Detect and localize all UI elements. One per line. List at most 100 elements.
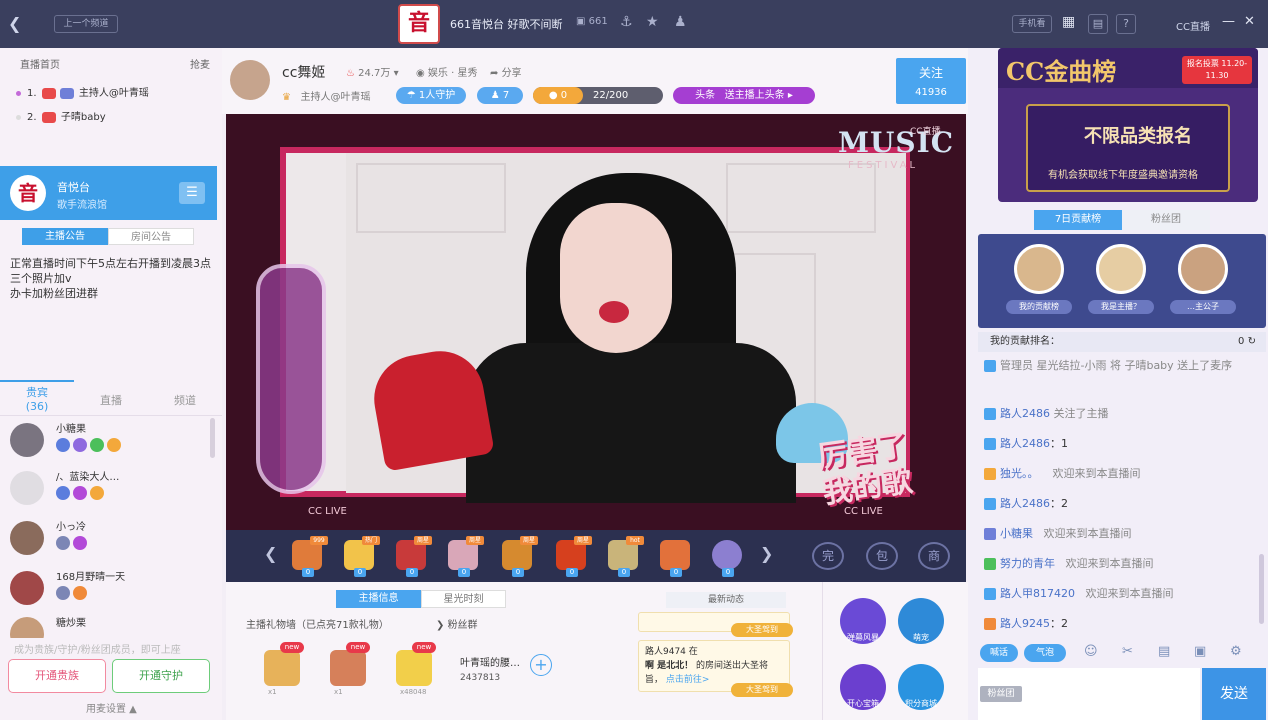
follow-count: 41936	[915, 87, 947, 98]
settings-icon[interactable]: ⚙	[1230, 644, 1242, 659]
open-noble-button[interactable]: 开通贵族	[8, 659, 106, 693]
chat-nick[interactable]: 努力的青年	[1000, 557, 1055, 570]
headline-button[interactable]: 头条 送主播上头条 ▸	[673, 87, 815, 104]
gift-item[interactable]: 周星 0	[552, 536, 592, 577]
tab-live[interactable]: 直播	[74, 392, 148, 408]
chat-nick[interactable]: 路人2486	[1000, 497, 1050, 510]
chat-text: 欢迎来到本直播间	[1065, 557, 1154, 570]
points-mall-button[interactable]: 积分商城	[898, 664, 944, 710]
audience-row[interactable]: 糖炒栗	[10, 614, 210, 638]
banner-title: CC金曲榜	[1006, 57, 1117, 86]
audience-row[interactable]: 小っ冷	[10, 518, 210, 566]
treasure-box-button[interactable]: 开心宝箱	[840, 664, 886, 710]
bubble-button[interactable]: 气泡	[1024, 644, 1066, 662]
chevron-right-icon[interactable]: ❯	[760, 544, 773, 563]
add-icon[interactable]: +	[530, 654, 552, 676]
wall-gift[interactable]: new x1	[262, 642, 304, 698]
shop-icon[interactable]: 商	[918, 542, 950, 570]
scissors-icon[interactable]: ✂	[1122, 644, 1133, 659]
follow-button[interactable]: 关注 41936	[896, 58, 966, 104]
scrollbar[interactable]	[1259, 554, 1264, 624]
fans-button[interactable]: ♟ 7	[477, 87, 523, 104]
bag-icon[interactable]: 包	[866, 542, 898, 570]
task-progress[interactable]: ● 0 22/200	[533, 87, 663, 104]
fans-group-link[interactable]: ❯ 粉丝群	[436, 616, 478, 631]
users-icon[interactable]: ♟	[674, 14, 687, 30]
video-player[interactable]: MUSIC FESTIVAL CC直播 CC LIVE CC LIVE 厉害了 …	[226, 114, 966, 530]
anchor-avatar[interactable]	[230, 60, 270, 100]
chat-nick[interactable]: 路人2486	[1000, 407, 1050, 420]
avatar[interactable]	[1014, 244, 1064, 294]
fansclub-badge[interactable]: 粉丝团	[980, 686, 1022, 702]
chat-text: ：2	[1050, 497, 1068, 510]
tab-anchor-notice[interactable]: 主播公告	[22, 228, 108, 245]
gift-item[interactable]: 周星 0	[498, 536, 538, 577]
gift-item[interactable]: 0	[656, 536, 694, 577]
audience-row[interactable]: 168月野晴一天	[10, 568, 210, 616]
channel-card[interactable]: 音 音悦台 歌手流浪馆 ☰	[0, 166, 217, 220]
audience-row[interactable]: /、蓝染大人…	[10, 468, 210, 516]
rank-row[interactable]: 2. 子晴baby	[16, 108, 106, 123]
prev-channel-button[interactable]: 上一个频道	[54, 15, 118, 33]
send-button[interactable]: 发送	[1202, 668, 1266, 720]
close-icon[interactable]: ✕	[1244, 14, 1255, 29]
open-guard-button[interactable]: 开通守护	[112, 659, 210, 693]
mic-setting-button[interactable]: 用麦设置 ▲	[86, 700, 137, 715]
gift-tag: 热门	[362, 536, 380, 545]
chat-nick[interactable]: 独光。。	[1000, 467, 1039, 480]
festival-text: FESTIVAL	[848, 160, 919, 171]
wall-gift[interactable]: new x48048	[394, 642, 436, 698]
chat-nick[interactable]: 小糖果	[1000, 527, 1033, 540]
event-banner[interactable]: CC金曲榜 报名投票 11.20-11.30 不限品类报名 有机会获取线下年度盛…	[998, 48, 1258, 202]
chat-nick[interactable]: 路人9245	[1000, 617, 1050, 630]
tab-channel[interactable]: 频道	[148, 392, 222, 408]
share-button[interactable]: ➦ 分享	[490, 64, 522, 79]
tab-vip[interactable]: 贵宾 (36)	[0, 380, 74, 413]
guard-button[interactable]: ☂ 1人守护	[396, 87, 466, 104]
category[interactable]: ◉ 娱乐 · 星秀	[416, 64, 477, 79]
help-icon[interactable]: ?	[1116, 14, 1136, 34]
gift-item[interactable]: 热门 0	[340, 536, 380, 577]
danmu-storm-button[interactable]: 弹幕风暴	[840, 598, 886, 644]
back-icon[interactable]: ❮	[8, 14, 21, 33]
speak-button[interactable]: 喊话	[980, 644, 1018, 662]
gift-item[interactable]: hot 0	[604, 536, 644, 577]
menu-icon[interactable]: ▤	[1088, 14, 1108, 34]
tab-7day-rank[interactable]: 7日贡献榜	[1034, 210, 1122, 230]
gift-item[interactable]: 周星 0	[444, 536, 484, 577]
news-link[interactable]: 点击前往>	[666, 675, 710, 685]
mic-icon[interactable]: ⚓	[620, 14, 633, 30]
chat-nick[interactable]: 路人2486	[1000, 437, 1050, 450]
grid-icon[interactable]: ▦	[1062, 14, 1075, 30]
hamburger-icon[interactable]: ☰	[179, 182, 205, 204]
complete-icon[interactable]: 完	[812, 542, 844, 570]
refresh-icon[interactable]: ↻	[1248, 336, 1256, 347]
image-icon[interactable]: ▤	[1158, 644, 1170, 659]
avatar	[10, 471, 44, 505]
gift-item[interactable]: 周星 0	[392, 536, 432, 577]
performer-face	[560, 203, 672, 353]
scrollbar[interactable]	[210, 418, 215, 458]
star-icon[interactable]: ★	[646, 14, 659, 30]
avatar[interactable]	[1096, 244, 1146, 294]
emoji-icon[interactable]: ☺	[1084, 644, 1098, 659]
wall-gift[interactable]: new x1	[328, 642, 370, 698]
minimize-icon[interactable]: —	[1222, 14, 1235, 29]
lock-icon[interactable]: ▣	[1194, 644, 1206, 659]
tab-fans-club[interactable]: 粉丝团	[1122, 210, 1210, 230]
avatar[interactable]	[1178, 244, 1228, 294]
chevron-left-icon[interactable]: ❮	[264, 544, 277, 563]
phone-view-button[interactable]: 手机看	[1012, 15, 1052, 33]
grab-mic-button[interactable]: 抢麦	[190, 56, 210, 71]
chat-text: 关注了主播	[1053, 407, 1109, 420]
rank-row[interactable]: 1. 主持人@叶青瑶	[16, 84, 149, 99]
pet-button[interactable]: 萌宠	[898, 598, 944, 644]
gift-item[interactable]: 0	[708, 536, 746, 577]
audience-row[interactable]: 小糖果	[10, 420, 210, 468]
gift-item[interactable]: 999 0	[288, 536, 328, 577]
guard-label: 1人守护	[418, 90, 456, 101]
chat-nick[interactable]: 路人甲817420	[1000, 587, 1075, 600]
tab-starlight[interactable]: 星光时刻	[421, 590, 506, 608]
tab-room-notice[interactable]: 房间公告	[108, 228, 194, 245]
tab-anchor-info[interactable]: 主播信息	[336, 590, 421, 608]
